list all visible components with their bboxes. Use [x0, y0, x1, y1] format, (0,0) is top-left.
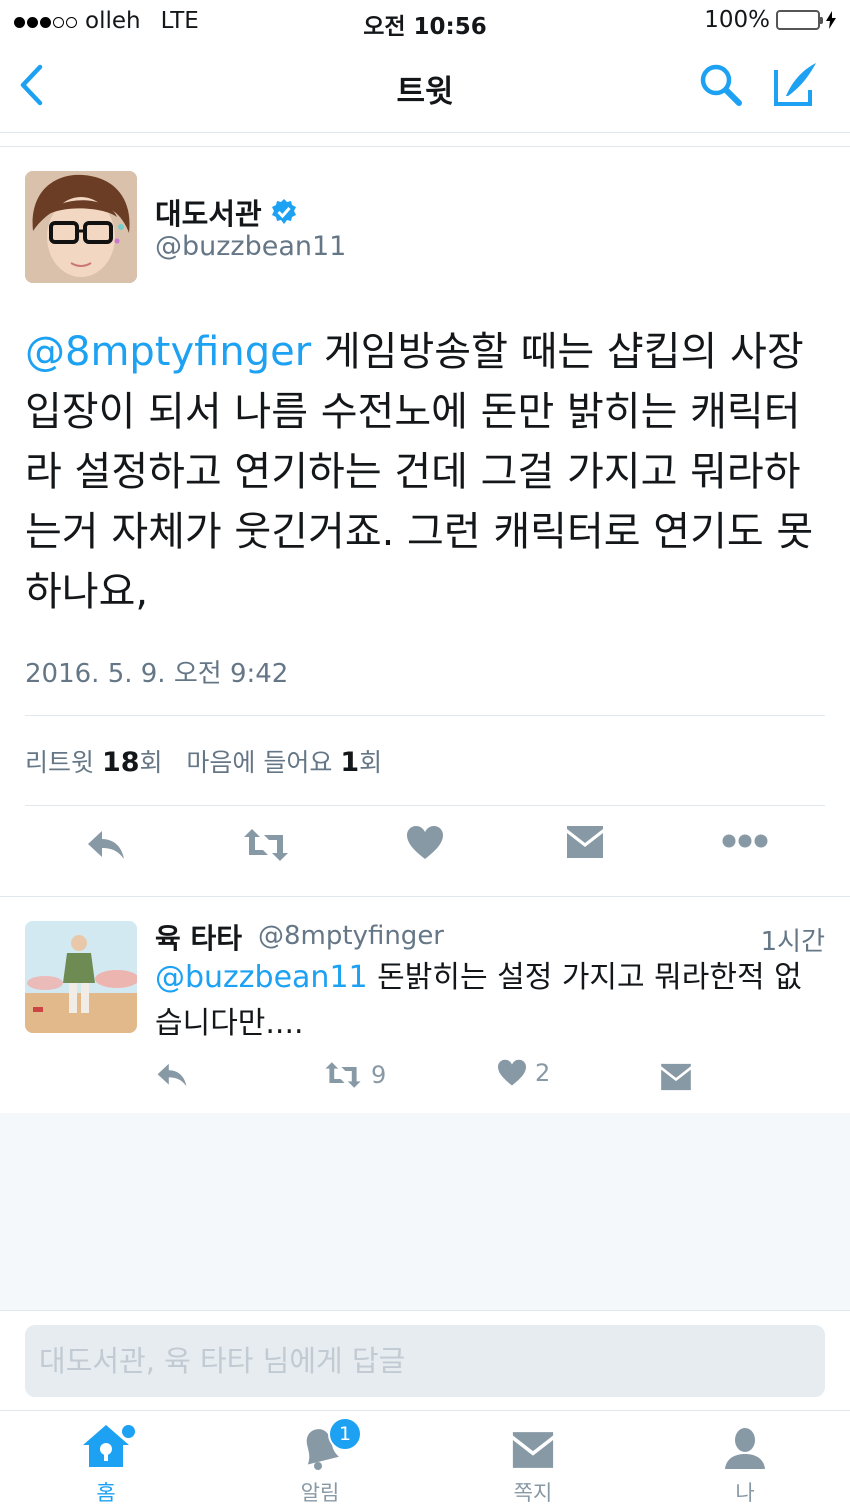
retweet-unit: 회 [139, 748, 163, 777]
author-name[interactable]: 대도서관 [155, 191, 298, 233]
reply-actions: 9 2 [155, 1059, 755, 1099]
profile-icon [725, 1428, 765, 1469]
reply-input[interactable] [25, 1325, 825, 1397]
tab-me[interactable]: 나 [675, 1411, 815, 1512]
compose-tweet-icon[interactable] [772, 60, 820, 108]
author-handle[interactable]: @buzzbean11 [155, 231, 346, 262]
like-icon [498, 1059, 526, 1086]
author-name-label: 대도서관 [155, 197, 262, 231]
like-icon[interactable] [406, 825, 444, 861]
tab-home[interactable]: 홈 [36, 1411, 176, 1512]
reply-like-count: 2 [535, 1059, 551, 1087]
verified-icon [271, 199, 296, 224]
charging-icon [826, 11, 836, 29]
notification-badge: 1 [328, 1417, 362, 1451]
tab-notifications-label: 알림 [300, 1481, 340, 1505]
direct-message-icon[interactable] [566, 825, 604, 859]
more-icon[interactable] [722, 833, 768, 849]
reply-avatar[interactable] [25, 921, 137, 1033]
reply-icon[interactable] [86, 825, 126, 865]
tab-messages-label: 쪽지 [513, 1481, 553, 1505]
tweet-actions [0, 825, 850, 885]
nav-bar: 트윗 [0, 40, 850, 133]
tab-home-label: 홈 [96, 1481, 116, 1505]
reply-retweet-count: 9 [371, 1061, 387, 1089]
battery-percent: 100% [704, 7, 770, 33]
retweet-icon [325, 1062, 361, 1088]
reply-retweet-button[interactable]: 9 [323, 1059, 386, 1091]
reply-like-button[interactable]: 2 [497, 1059, 550, 1087]
reply-text: @buzzbean11 돈밝히는 설정 가지고 뭐라한적 없습니다만.... [155, 955, 820, 1047]
tweet-text: @8mptyfinger 게임방송할 때는 샵킵의 사장 입장이 되서 나름 수… [25, 322, 825, 622]
tweet-timestamp: 2016. 5. 9. 오전 9:42 [25, 659, 289, 689]
avatar[interactable] [25, 171, 137, 283]
envelope-icon [512, 1432, 554, 1468]
like-count: 1 [340, 747, 360, 778]
retweet-stat[interactable]: 리트윗 18회 [25, 747, 163, 778]
reply-author-handle[interactable]: @8mptyfinger [258, 921, 444, 951]
search-icon[interactable] [698, 62, 744, 108]
tab-me-label: 나 [735, 1481, 755, 1505]
battery-icon [776, 10, 823, 30]
reply-icon[interactable] [155, 1059, 189, 1091]
main-tweet: 대도서관 @buzzbean11 @8mptyfinger 게임방송할 때는 샵… [0, 146, 850, 861]
reply-time: 1시간 [760, 927, 825, 957]
like-unit: 회 [359, 748, 383, 777]
retweet-label: 리트윗 [25, 748, 95, 777]
retweet-count: 18 [101, 747, 140, 778]
tweet-stats: 리트윗 18회 마음에 들어요 1회 [25, 743, 382, 779]
like-label: 마음에 들어요 [186, 748, 333, 777]
tab-notifications[interactable]: 1 알림 [250, 1411, 390, 1512]
like-stat[interactable]: 마음에 들어요 1회 [186, 747, 383, 778]
tweet-mention[interactable]: @8mptyfinger [25, 329, 311, 375]
tab-bar: 홈 1 알림 쪽지 나 [0, 1410, 850, 1512]
reply-composer [0, 1310, 850, 1411]
reply-tweet[interactable]: 육 타타 @8mptyfinger 1시간 @buzzbean11 돈밝히는 설… [0, 896, 850, 1114]
empty-area [0, 1113, 850, 1310]
status-right: 100% [704, 7, 836, 33]
new-tweets-dot [122, 1425, 135, 1438]
divider [25, 805, 825, 806]
reply-mention[interactable]: @buzzbean11 [155, 960, 368, 995]
status-bar: olleh LTE 오전 10:56 100% [0, 0, 850, 40]
reply-author-name[interactable]: 육 타타 [155, 917, 242, 957]
direct-message-icon[interactable] [660, 1063, 692, 1091]
tab-messages[interactable]: 쪽지 [463, 1411, 603, 1512]
retweet-icon[interactable] [242, 825, 290, 865]
divider [25, 715, 825, 716]
